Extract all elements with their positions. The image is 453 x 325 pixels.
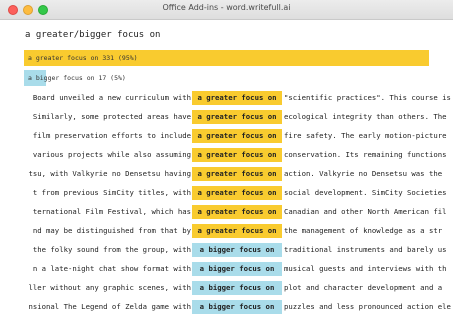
example-sentence-row[interactable]: film preservation efforts to include a gr… [0, 128, 453, 144]
context-before: various projects while also assuming [32, 150, 191, 159]
example-sentence-row[interactable]: ternational Film Festival, which has a gr… [0, 204, 453, 220]
example-sentence-row[interactable]: n a late-night chat show format with a bi… [0, 261, 453, 277]
context-before: Board unveiled a new curriculum with [32, 93, 191, 102]
example-sentence-row[interactable]: nsional The Legend of Zelda game with a b… [0, 299, 453, 315]
context-before: t from previous SimCity titles, with [32, 188, 191, 197]
context-before: nd may be distinguished from that by [32, 226, 191, 235]
context-after: plot and character development and a [284, 283, 443, 292]
highlighted-phrase: a greater focus on [192, 110, 282, 124]
context-after: social development. SimCity Societies [284, 188, 447, 197]
context-after: conservation. Its remaining functions [284, 150, 447, 159]
context-before: ller without any graphic scenes, with [28, 283, 191, 292]
example-sentence-row[interactable]: various projects while also assuming a gr… [0, 147, 453, 163]
example-sentence-row[interactable]: tsu, with Valkyrie no Densetsu having a g… [0, 166, 453, 182]
result-bar-greater[interactable]: a greater focus on 331 (95%) [24, 50, 429, 66]
context-after: action. Valkyrie no Densetsu was the [284, 169, 443, 178]
highlighted-phrase: a greater focus on [192, 186, 282, 200]
context-before: the folky sound from the group, with [32, 245, 191, 254]
highlighted-phrase: a greater focus on [192, 167, 282, 181]
context-before: n a late-night chat show format with [32, 264, 191, 273]
context-before: nsional The Legend of Zelda game with [28, 302, 191, 311]
example-sentence-row[interactable]: Similarly, some protected areas have a gr… [0, 109, 453, 125]
highlighted-phrase: a bigger focus on [192, 243, 282, 257]
context-after: "scientific practices". This course is [284, 93, 451, 102]
highlighted-phrase: a bigger focus on [192, 300, 282, 314]
context-before: Similarly, some protected areas have [32, 112, 191, 121]
context-after: puzzles and less pronounced action ele [284, 302, 451, 311]
context-before: film preservation efforts to include [32, 131, 191, 140]
highlighted-phrase: a greater focus on [192, 224, 282, 238]
context-after: Canadian and other North American fil [284, 207, 447, 216]
highlighted-phrase: a greater focus on [192, 91, 282, 105]
context-after: musical guests and interviews with th [284, 264, 447, 273]
example-sentence-row[interactable]: ller without any graphic scenes, with a b… [0, 280, 453, 296]
highlighted-phrase: a greater focus on [192, 148, 282, 162]
highlighted-phrase: a greater focus on [192, 129, 282, 143]
example-sentence-row[interactable]: nd may be distinguished from that by a gr… [0, 223, 453, 239]
result-bar-bigger[interactable]: a bigger focus on 17 (5%) [24, 70, 126, 86]
window-titlebar: Office Add-ins - word.writefull.ai [0, 0, 453, 20]
context-after: the management of knowledge as a str [284, 226, 443, 235]
example-sentence-row[interactable]: the folky sound from the group, with a bi… [0, 242, 453, 258]
context-after: traditional instruments and barely us [284, 245, 447, 254]
example-sentence-row[interactable]: Board unveiled a new curriculum with a gr… [0, 90, 453, 106]
highlighted-phrase: a greater focus on [192, 205, 282, 219]
context-after: ecological integrity than others. The [284, 112, 447, 121]
example-sentence-row[interactable]: t from previous SimCity titles, with a gr… [0, 185, 453, 201]
highlighted-phrase: a bigger focus on [192, 281, 282, 295]
context-before: ternational Film Festival, which has [32, 207, 191, 216]
search-query: a greater/bigger focus on [25, 30, 161, 40]
window-title: Office Add-ins - word.writefull.ai [162, 3, 291, 12]
highlighted-phrase: a bigger focus on [192, 262, 282, 276]
context-before: tsu, with Valkyrie no Densetsu having [28, 169, 191, 178]
context-after: fire safety. The early motion-picture [284, 131, 447, 140]
